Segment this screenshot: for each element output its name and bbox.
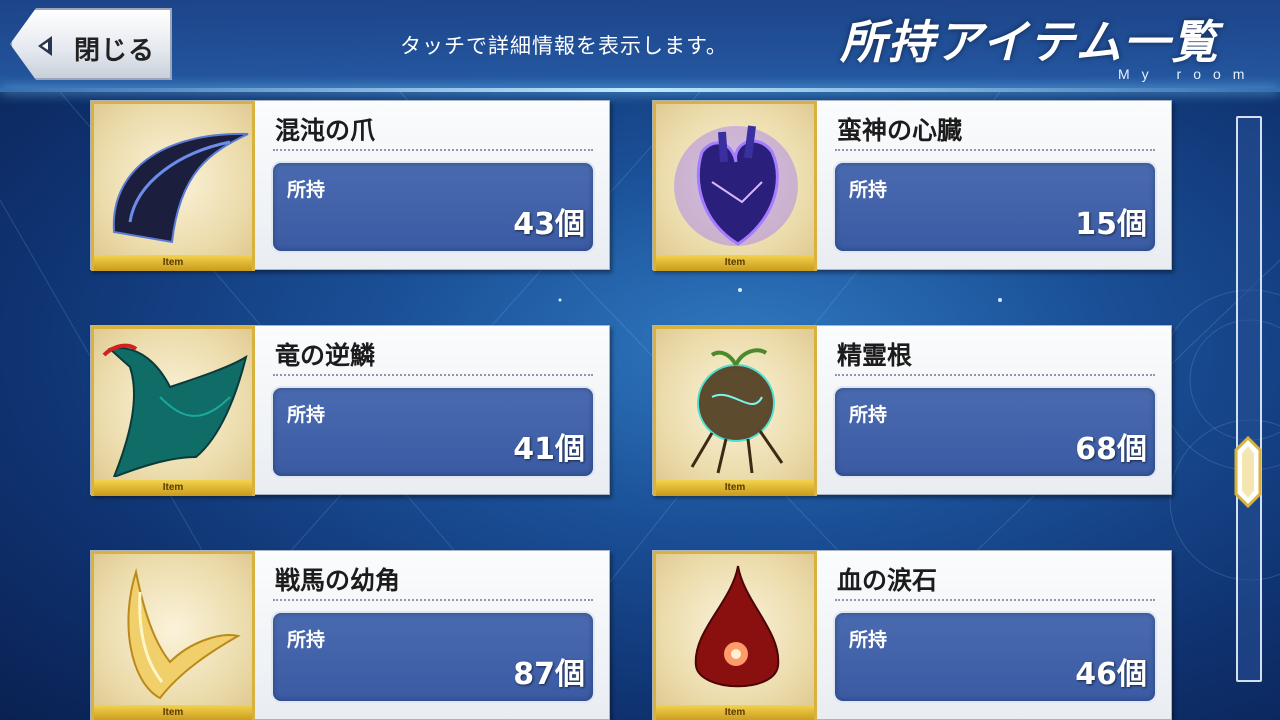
owned-label: 所持 (849, 629, 888, 651)
item-name: 戦馬の幼角 (275, 566, 401, 595)
item-thumbnail: Item (653, 326, 817, 496)
item-type-tag: Item (94, 255, 252, 271)
owned-count: 41個 (513, 432, 585, 467)
claw-icon (112, 132, 249, 244)
owned-count: 46個 (1075, 657, 1147, 692)
divider (835, 374, 1155, 376)
item-name: 蛮神の心臓 (837, 116, 963, 145)
root-icon (690, 348, 784, 474)
page-subtitle: My room (1118, 66, 1257, 82)
item-thumbnail: Item (653, 551, 817, 720)
divider (835, 599, 1155, 601)
horn-icon (127, 568, 241, 700)
item-type-tag: Item (94, 705, 252, 720)
count-panel: 所持 15個 (833, 161, 1157, 253)
dragon-scale-icon (102, 343, 248, 477)
divider (273, 599, 593, 601)
heart-icon (674, 125, 798, 246)
page-title: 所持アイテム一覧 (840, 15, 1220, 69)
header-divider (0, 88, 1280, 92)
item-type-tag: Item (656, 255, 814, 271)
item-type-tag: Item (94, 480, 252, 496)
item-name: 精霊根 (837, 341, 913, 370)
scrollbar-thumb[interactable] (1234, 436, 1262, 508)
item-thumbnail: Item (91, 326, 255, 496)
scrollbar-track[interactable] (1236, 116, 1262, 682)
item-card-heart[interactable]: Item 蛮神の心臓 所持 15個 (652, 100, 1172, 271)
divider (273, 149, 593, 151)
item-name: 竜の逆鱗 (275, 341, 376, 370)
item-name: 血の涙石 (837, 566, 938, 595)
owned-label: 所持 (849, 404, 888, 426)
item-card-spirit-root[interactable]: Item 精霊根 所持 68個 (652, 325, 1172, 496)
item-card-dragon-scale[interactable]: Item 竜の逆鱗 所持 41個 (90, 325, 610, 496)
close-button-label: 閉じる (74, 36, 156, 66)
count-panel: 所持 41個 (271, 386, 595, 478)
item-card-blood-tear[interactable]: Item 血の涙石 所持 46個 (652, 550, 1172, 720)
owned-label: 所持 (287, 629, 326, 651)
count-panel: 所持 87個 (271, 611, 595, 703)
item-card-chaos-claw[interactable]: Item 混沌の爪 所持 43個 (90, 100, 610, 271)
blood-tear-icon (694, 565, 780, 688)
owned-count: 43個 (513, 207, 585, 242)
item-thumbnail: Item (91, 101, 255, 271)
chevron-left-icon (38, 36, 52, 56)
owned-count: 87個 (513, 657, 585, 692)
owned-count: 68個 (1075, 432, 1147, 467)
owned-label: 所持 (287, 179, 326, 201)
owned-label: 所持 (849, 179, 888, 201)
count-panel: 所持 43個 (271, 161, 595, 253)
item-thumbnail: Item (91, 551, 255, 720)
close-button[interactable]: 閉じる (10, 8, 172, 80)
owned-label: 所持 (287, 404, 326, 426)
item-type-tag: Item (656, 705, 814, 720)
item-thumbnail: Item (653, 101, 817, 271)
divider (835, 149, 1155, 151)
item-name: 混沌の爪 (275, 116, 376, 145)
divider (273, 374, 593, 376)
owned-count: 15個 (1075, 207, 1147, 242)
hint-text: タッチで詳細情報を表示します。 (400, 34, 728, 58)
count-panel: 所持 46個 (833, 611, 1157, 703)
item-card-war-horn[interactable]: Item 戦馬の幼角 所持 87個 (90, 550, 610, 720)
count-panel: 所持 68個 (833, 386, 1157, 478)
item-type-tag: Item (656, 480, 814, 496)
